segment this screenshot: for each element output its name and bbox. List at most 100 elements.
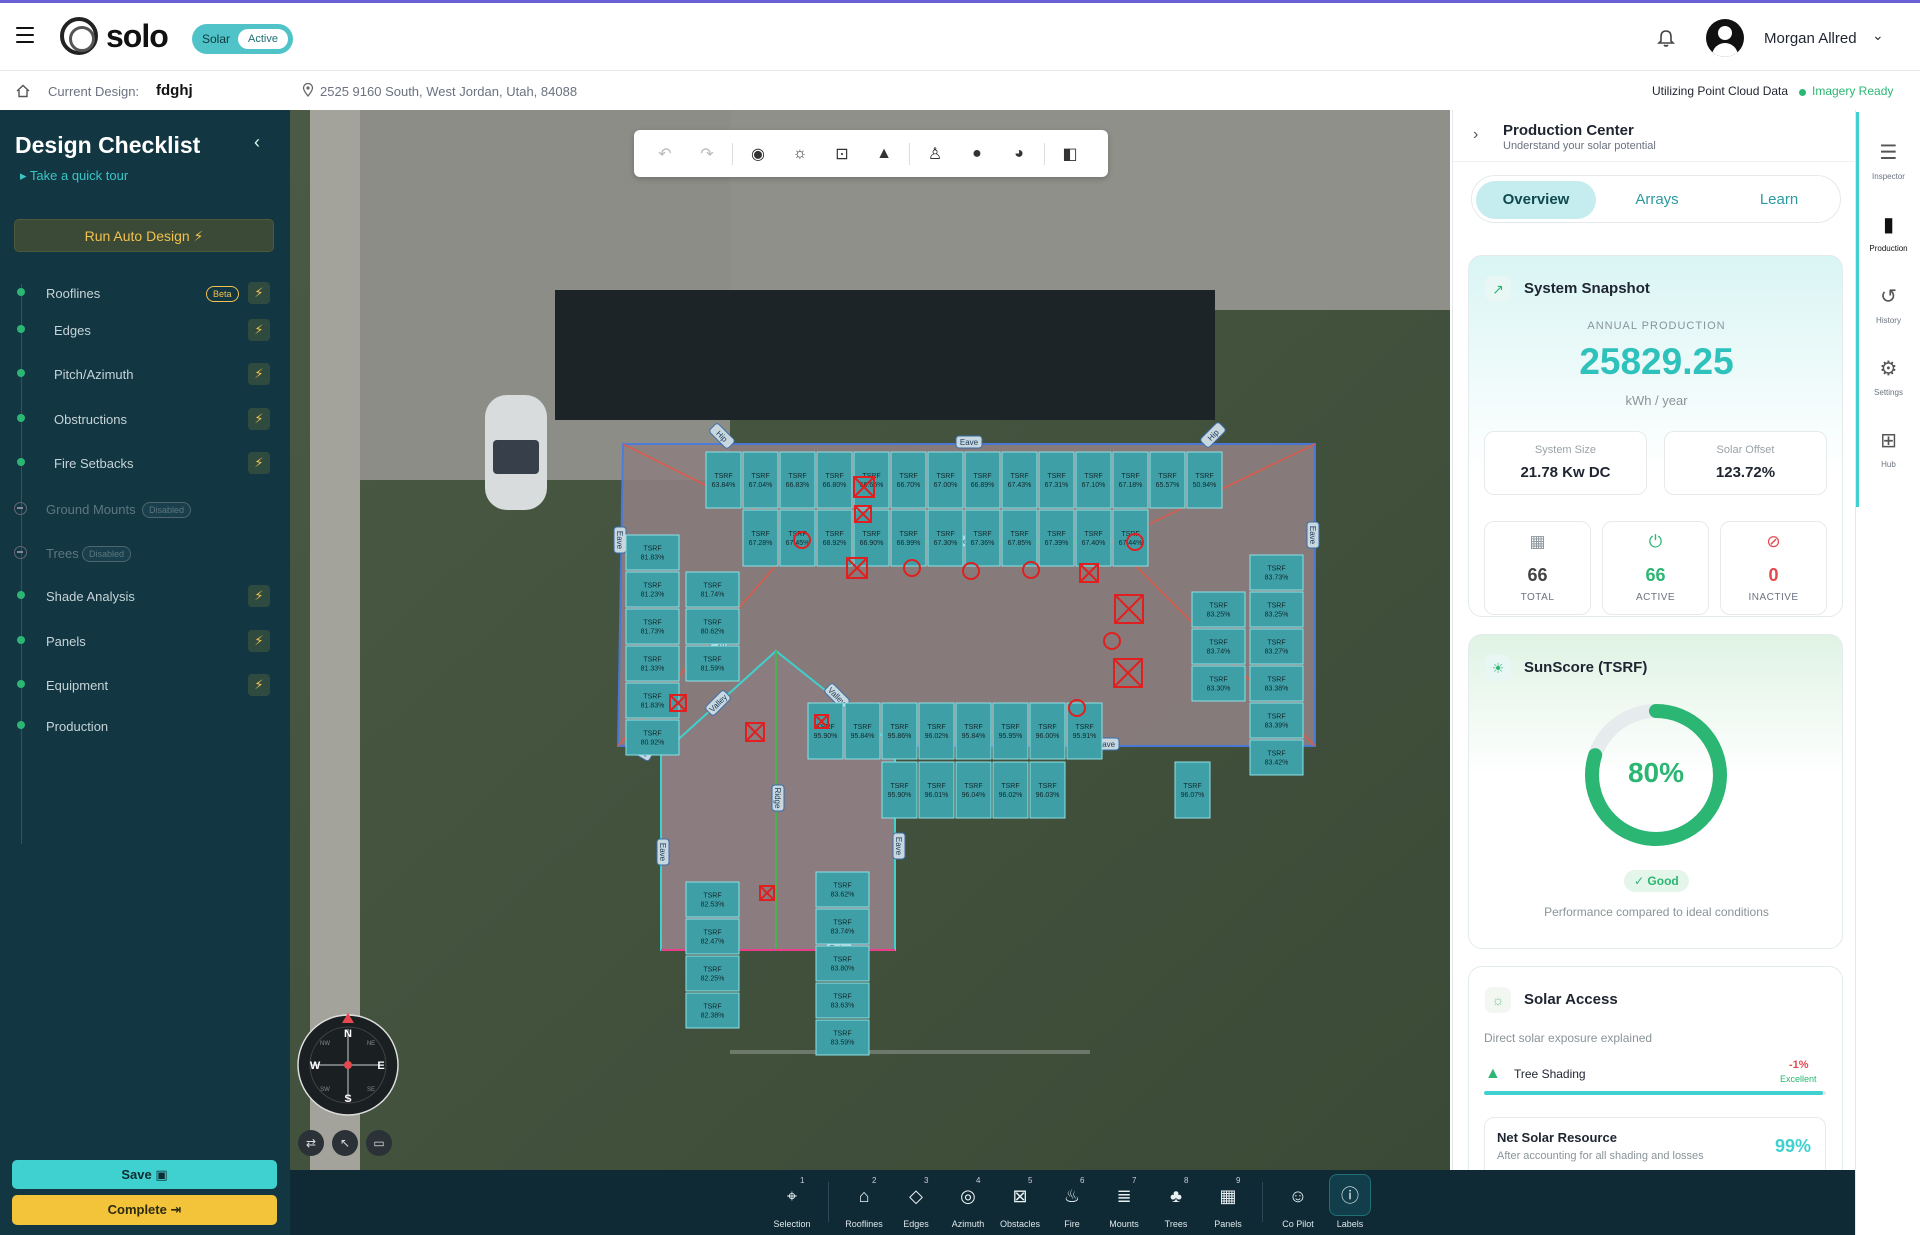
solar-panel[interactable]: TSRF 83.73% bbox=[1249, 554, 1304, 591]
aerial-map[interactable]: EaveEaveEaveEaveEaveEaveEaveHipHipHipHip… bbox=[290, 110, 1450, 1170]
rail-inspector[interactable]: ☰ Inspector bbox=[1856, 140, 1920, 200]
edge-tag[interactable]: Eave bbox=[955, 435, 983, 449]
solar-panel[interactable]: TSRF 67.31% bbox=[1038, 451, 1075, 509]
redo-icon[interactable]: ↷ bbox=[686, 138, 728, 170]
checklist-item-edges[interactable]: Edges ⚡ bbox=[0, 317, 290, 347]
dock-mounts[interactable]: ≣ 7 Mounts bbox=[1098, 1170, 1150, 1235]
logo[interactable]: solo bbox=[60, 17, 169, 55]
rail-settings[interactable]: ⚙ Settings bbox=[1856, 356, 1920, 416]
dock-copilot[interactable]: ☺ Co Pilot bbox=[1272, 1170, 1324, 1235]
solar-panel[interactable]: TSRF 66.83% bbox=[779, 451, 816, 509]
tab-arrays[interactable]: Arrays bbox=[1597, 181, 1717, 219]
run-auto-design-button[interactable]: Run Auto Design ⚡ bbox=[14, 219, 274, 252]
complete-button[interactable]: Complete ⇥ bbox=[12, 1195, 277, 1225]
solar-panel[interactable]: TSRF 67.36% bbox=[964, 509, 1001, 567]
solar-panel[interactable]: TSRF 96.02% bbox=[918, 702, 955, 760]
solar-panel[interactable]: TSRF 95.84% bbox=[955, 702, 992, 760]
bolt-icon[interactable]: ⚡ bbox=[248, 585, 270, 607]
solar-panel[interactable]: TSRF 83.74% bbox=[815, 908, 870, 945]
solar-panel[interactable]: TSRF 82.38% bbox=[685, 992, 740, 1029]
solar-panel[interactable]: TSRF 96.00% bbox=[1029, 702, 1066, 760]
person-icon[interactable]: ♙ bbox=[914, 138, 956, 170]
solar-panel[interactable]: TSRF 66.70% bbox=[890, 451, 927, 509]
pointer-icon[interactable]: ↖ bbox=[332, 1130, 358, 1156]
solar-panel[interactable]: TSRF 83.63% bbox=[815, 982, 870, 1019]
solar-panel[interactable]: TSRF 81.74% bbox=[685, 571, 740, 608]
solar-panel[interactable]: TSRF 66.80% bbox=[816, 451, 853, 509]
dock-edges[interactable]: ◇ 3 Edges bbox=[890, 1170, 942, 1235]
solar-panel[interactable]: TSRF 67.28% bbox=[742, 509, 779, 567]
solar-panel[interactable]: TSRF 83.27% bbox=[1249, 628, 1304, 665]
solar-panel[interactable]: TSRF 82.53% bbox=[685, 881, 740, 918]
solar-panel[interactable]: TSRF 66.89% bbox=[964, 451, 1001, 509]
checklist-item-rooflines[interactable]: Rooflines Beta ⚡ bbox=[0, 280, 290, 310]
solar-panel[interactable]: TSRF95.90% bbox=[881, 761, 918, 819]
dock-labels[interactable]: ⓘ Labels bbox=[1324, 1170, 1376, 1235]
solar-panel[interactable]: TSRF 81.73% bbox=[625, 608, 680, 645]
tab-learn[interactable]: Learn bbox=[1719, 181, 1839, 219]
solar-panel[interactable]: TSRF 67.40% bbox=[1075, 509, 1112, 567]
edge-tag[interactable]: Eave bbox=[892, 832, 906, 860]
solar-panel[interactable]: TSRF 83.59% bbox=[815, 1019, 870, 1056]
terrain-icon[interactable]: ▲ bbox=[863, 138, 905, 170]
bolt-icon[interactable]: ⚡ bbox=[248, 363, 270, 385]
edge-tag[interactable]: Eave bbox=[613, 526, 627, 554]
bolt-icon[interactable]: ⚡ bbox=[248, 319, 270, 341]
menu-icon[interactable] bbox=[16, 27, 34, 43]
bolt-icon[interactable]: ⚡ bbox=[248, 630, 270, 652]
solar-panel[interactable]: TSRF 50.94% bbox=[1186, 451, 1223, 509]
dock-rooflines[interactable]: ⌂ 2 Rooflines bbox=[838, 1170, 890, 1235]
bolt-icon[interactable]: ⚡ bbox=[248, 282, 270, 304]
checklist-item-pitch-azimuth[interactable]: Pitch/Azimuth ⚡ bbox=[0, 361, 290, 391]
bolt-icon[interactable]: ⚡ bbox=[248, 452, 270, 474]
quick-tour-link[interactable]: ▸ Take a quick tour bbox=[20, 168, 128, 184]
solar-panel[interactable]: TSRF 81.83% bbox=[625, 682, 680, 719]
solar-panel[interactable]: TSRF 95.86% bbox=[881, 702, 918, 760]
solar-panel[interactable]: TSRF 81.59% bbox=[685, 645, 740, 682]
focus-icon[interactable]: ⊡ bbox=[821, 138, 863, 170]
solar-panel[interactable]: TSRF 95.95% bbox=[992, 702, 1029, 760]
solar-panel[interactable]: TSRF 83.30% bbox=[1191, 665, 1246, 702]
swap-icon[interactable]: ⇄ bbox=[298, 1130, 324, 1156]
solar-panel[interactable]: TSRF 80.62% bbox=[685, 608, 740, 645]
checklist-item-production[interactable]: Production bbox=[0, 713, 290, 743]
solar-panel[interactable]: TSRF 83.62% bbox=[815, 871, 870, 908]
solar-panel[interactable]: TSRF 81.33% bbox=[625, 645, 680, 682]
dock-obstacles[interactable]: ⊠ 5 Obstacles bbox=[994, 1170, 1046, 1235]
sun-icon[interactable]: ☼ bbox=[779, 138, 821, 170]
solar-panel[interactable]: TSRF 96.02% bbox=[992, 761, 1029, 819]
dock-selection[interactable]: ⌖ 1 Selection bbox=[766, 1170, 818, 1235]
layer-icon[interactable]: ▭ bbox=[366, 1130, 392, 1156]
dock-azimuth[interactable]: ◎ 4 Azimuth bbox=[942, 1170, 994, 1235]
solar-panel[interactable]: TSRF 67.43% bbox=[1001, 451, 1038, 509]
dock-trees[interactable]: ♣ 8 Trees bbox=[1150, 1170, 1202, 1235]
checklist-item-obstructions[interactable]: Obstructions ⚡ bbox=[0, 406, 290, 436]
solar-panel[interactable]: TSRF 83.74% bbox=[1191, 628, 1246, 665]
bolt-icon[interactable]: ⚡ bbox=[248, 408, 270, 430]
undo-icon[interactable]: ↶ bbox=[644, 138, 686, 170]
edge-tag[interactable]: Ridge bbox=[771, 784, 785, 812]
rail-history[interactable]: ↺ History bbox=[1856, 284, 1920, 344]
sphere-icon[interactable]: ● bbox=[956, 138, 998, 170]
bell-icon[interactable] bbox=[1656, 29, 1676, 49]
current-design-name[interactable]: fdghj bbox=[156, 82, 193, 99]
solar-panel[interactable]: TSRF 96.07% bbox=[1174, 761, 1211, 819]
solar-panel[interactable]: TSRF 83.25% bbox=[1191, 591, 1246, 628]
solar-panel[interactable]: TSRF 67.30% bbox=[927, 509, 964, 567]
rail-hub[interactable]: ⊞ Hub bbox=[1856, 428, 1920, 488]
solar-panel[interactable]: TSRF 83.25% bbox=[1249, 591, 1304, 628]
solar-panel[interactable]: TSRF 80.92% bbox=[625, 719, 680, 756]
dock-fire[interactable]: ♨ 6 Fire bbox=[1046, 1170, 1098, 1235]
solar-panel[interactable]: TSRF 96.03% bbox=[1029, 761, 1066, 819]
rail-production[interactable]: ▮ Production bbox=[1856, 212, 1920, 272]
solar-panel[interactable]: TSRF 63.84% bbox=[705, 451, 742, 509]
solar-panel[interactable]: TSRF 83.42% bbox=[1249, 739, 1304, 776]
split-view-icon[interactable]: ◧ bbox=[1049, 138, 1091, 170]
solar-panel[interactable]: TSRF 67.85% bbox=[1001, 509, 1038, 567]
checklist-item-equipment[interactable]: Equipment ⚡ bbox=[0, 672, 290, 702]
solar-panel[interactable]: TSRF95.90% bbox=[807, 702, 844, 760]
checklist-item-panels[interactable]: Panels ⚡ bbox=[0, 628, 290, 658]
solar-panel[interactable]: TSRF 96.01% bbox=[918, 761, 955, 819]
target-icon[interactable]: ◉ bbox=[737, 138, 779, 170]
solar-panel[interactable]: TSRF 67.10% bbox=[1075, 451, 1112, 509]
